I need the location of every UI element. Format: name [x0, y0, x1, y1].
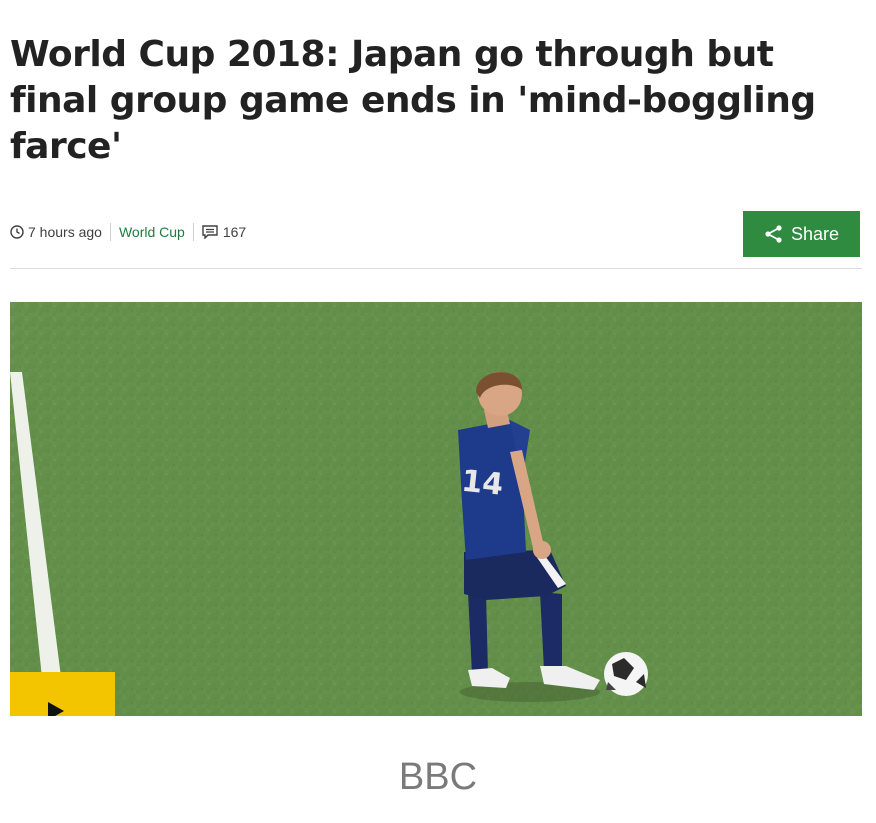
clock-icon	[10, 225, 24, 239]
jersey-number: 14	[460, 464, 505, 503]
meta-divider	[192, 223, 194, 241]
timestamp: 7 hours ago	[10, 224, 102, 240]
headline: World Cup 2018: Japan go through but fin…	[10, 34, 816, 167]
article-meta: 7 hours ago World Cup 167	[10, 220, 246, 244]
share-label: Share	[790, 223, 840, 244]
comments-count: 167	[222, 224, 247, 240]
play-button[interactable]	[10, 672, 115, 716]
share-button[interactable]: Share	[743, 211, 860, 257]
football	[604, 652, 648, 696]
video-player[interactable]: 14	[10, 302, 862, 716]
source-caption: BBC	[398, 756, 478, 798]
header-divider	[10, 268, 862, 269]
play-icon	[48, 702, 64, 716]
topic-link[interactable]: World Cup	[119, 224, 185, 240]
share-icon	[764, 224, 784, 244]
comment-icon	[202, 225, 218, 240]
meta-divider	[109, 223, 111, 241]
video-still: 14	[10, 302, 862, 716]
timestamp-text: 7 hours ago	[28, 224, 102, 240]
comments-link[interactable]: 167	[202, 224, 246, 240]
